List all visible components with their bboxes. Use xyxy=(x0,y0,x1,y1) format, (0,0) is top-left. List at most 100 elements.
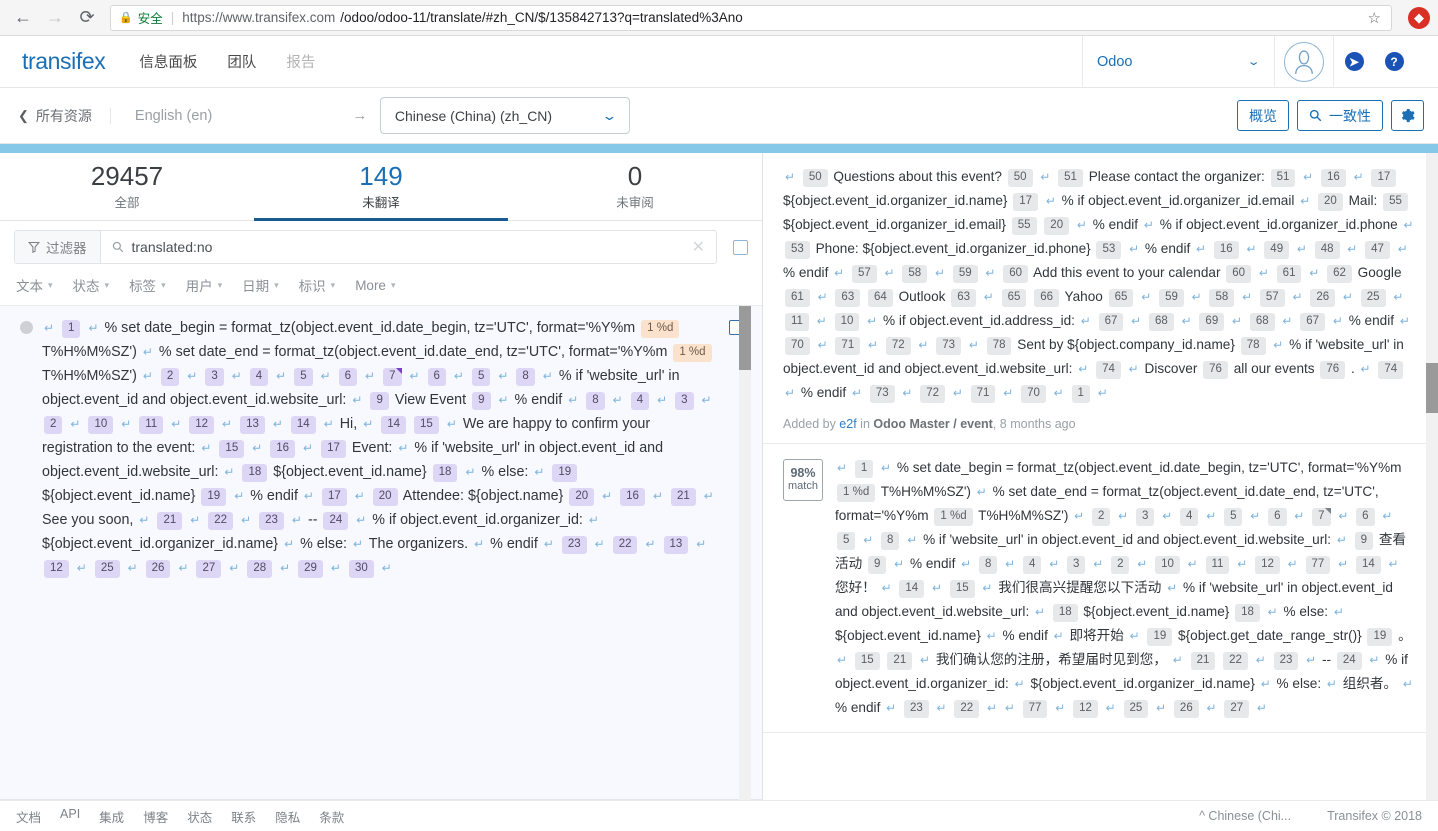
placeholder-tag[interactable]: 15 xyxy=(949,580,975,598)
placeholder-tag[interactable]: 25 xyxy=(1123,700,1149,718)
placeholder-tag[interactable]: 23 xyxy=(561,536,587,554)
placeholder-tag[interactable]: 2 xyxy=(1091,508,1111,526)
placeholder-tag[interactable]: 20 xyxy=(1044,217,1070,235)
placeholder-tag[interactable]: 23 xyxy=(1273,652,1299,670)
placeholder-tag[interactable]: 74 xyxy=(1096,361,1121,379)
clear-search-icon[interactable]: ✕ xyxy=(692,237,716,257)
placeholder-tag[interactable]: 21 xyxy=(1190,652,1216,670)
placeholder-tag[interactable]: 14 xyxy=(899,580,925,598)
placeholder-tag[interactable]: 3 xyxy=(1067,556,1086,574)
placeholder-tag[interactable]: 25 xyxy=(1360,289,1386,307)
placeholder-tag[interactable]: 13 xyxy=(240,416,265,434)
placeholder-tag[interactable]: 71 xyxy=(970,385,996,403)
footer-language-status[interactable]: ^ Chinese (Chi... xyxy=(1199,809,1291,823)
placeholder-tag[interactable]: 1 xyxy=(62,320,81,338)
placeholder-tag[interactable]: 1 xyxy=(854,460,874,478)
placeholder-tag[interactable]: 15 xyxy=(414,416,439,434)
placeholder-tag[interactable]: 57 xyxy=(851,265,877,283)
placeholder-tag[interactable]: 77 xyxy=(1022,700,1048,718)
overview-button[interactable]: 概览 xyxy=(1237,100,1289,131)
footer-link[interactable]: 博客 xyxy=(143,807,168,826)
placeholder-tag[interactable]: 6 xyxy=(427,368,446,386)
placeholder-tag[interactable]: 9 xyxy=(370,392,389,410)
placeholder-tag[interactable]: 9 xyxy=(867,556,887,574)
back-icon[interactable]: ← xyxy=(8,3,38,33)
placeholder-tag[interactable]: 6 xyxy=(1268,508,1287,526)
tab-untranslated[interactable]: 149 未翻译 xyxy=(254,153,508,221)
placeholder-tag[interactable]: 64 xyxy=(868,289,893,307)
extension-icon[interactable]: ◆ xyxy=(1408,6,1430,29)
placeholder-tag[interactable]: 9 xyxy=(472,392,491,410)
placeholder-tag[interactable]: 63 xyxy=(951,289,977,307)
placeholder-tag[interactable]: 18 xyxy=(1235,604,1260,622)
placeholder-tag[interactable]: 19 xyxy=(1147,628,1173,646)
placeholder-tag[interactable]: 55 xyxy=(1383,193,1408,211)
placeholder-tag[interactable]: 20 xyxy=(1318,193,1343,211)
placeholder-tag[interactable]: 13 xyxy=(663,536,689,554)
placeholder-tag[interactable]: 73 xyxy=(869,385,895,403)
placeholder-tag[interactable]: 26 xyxy=(1310,289,1336,307)
placeholder-tag[interactable]: 18 xyxy=(242,464,268,482)
placeholder-tag[interactable]: 16 xyxy=(620,488,645,506)
placeholder-tag[interactable]: 16 xyxy=(1321,169,1346,187)
compass-button[interactable]: ➤ xyxy=(1334,36,1374,87)
placeholder-tag[interactable]: 6 xyxy=(338,368,358,386)
string-row-selected[interactable]: ↵ 1 ↵ % set date_begin = format_tz(objec… xyxy=(0,306,762,800)
placeholder-tag[interactable]: 76 xyxy=(1320,361,1346,379)
placeholder-tag[interactable]: 20 xyxy=(372,488,398,506)
strings-scrollbar-thumb[interactable] xyxy=(739,306,751,370)
placeholder-tag[interactable]: 5 xyxy=(837,532,856,550)
placeholder-tag[interactable]: 57 xyxy=(1259,289,1285,307)
placeholder-tag[interactable]: 22 xyxy=(1223,652,1248,670)
placeholder-tag[interactable]: 74 xyxy=(1378,361,1404,379)
suggestion-item-tm[interactable]: 98% match ↵ 1 ↵ % set date_begin = forma… xyxy=(763,444,1438,733)
placeholder-tag[interactable]: 17 xyxy=(1013,193,1039,211)
footer-link[interactable]: 状态 xyxy=(187,807,212,826)
placeholder-tag[interactable]: 21 xyxy=(157,512,183,530)
placeholder-tag[interactable]: 78 xyxy=(986,337,1012,355)
placeholder-tag[interactable]: 59 xyxy=(952,265,978,283)
placeholder-tag[interactable]: 3 xyxy=(205,368,224,386)
footer-link[interactable]: 联系 xyxy=(231,807,256,826)
nav-item-dashboard[interactable]: 信息面板 xyxy=(139,51,197,72)
placeholder-tag[interactable]: 8 xyxy=(516,368,535,386)
placeholder-tag[interactable]: 7 xyxy=(383,368,402,386)
placeholder-tag[interactable]: 6 xyxy=(1356,508,1375,526)
placeholder-tag[interactable]: 25 xyxy=(94,560,120,578)
placeholder-tag[interactable]: 20 xyxy=(569,488,595,506)
filters-button[interactable]: 过滤器 xyxy=(15,231,101,263)
placeholder-tag[interactable]: 58 xyxy=(1209,289,1235,307)
placeholder-tag[interactable]: 11 xyxy=(139,416,164,434)
placeholder-tag[interactable]: 11 xyxy=(1205,556,1230,574)
placeholder-tag[interactable]: 66 xyxy=(1034,289,1060,307)
placeholder-tag[interactable]: 12 xyxy=(44,560,69,578)
reload-icon[interactable]: ⟳ xyxy=(72,3,102,33)
placeholder-tag[interactable]: 63 xyxy=(835,289,861,307)
filter-chip-status[interactable]: 状态 ▾ xyxy=(73,275,110,295)
tab-all[interactable]: 29457 全部 xyxy=(0,153,254,220)
organization-selector[interactable]: Odoo ⌄ xyxy=(1082,36,1274,87)
placeholder-tag[interactable]: 1 %d xyxy=(673,344,712,362)
footer-link[interactable]: 条款 xyxy=(319,807,344,826)
placeholder-tag[interactable]: 55 xyxy=(1011,217,1037,235)
placeholder-tag[interactable]: 70 xyxy=(785,337,810,355)
placeholder-tag[interactable]: 23 xyxy=(259,512,284,530)
placeholder-tag[interactable]: 2 xyxy=(44,416,63,434)
placeholder-tag[interactable]: 1 %d xyxy=(641,320,680,338)
placeholder-tag[interactable]: 1 %d xyxy=(934,508,973,526)
placeholder-tag[interactable]: 14 xyxy=(381,416,407,434)
placeholder-tag[interactable]: 2 xyxy=(160,368,180,386)
placeholder-tag[interactable]: 78 xyxy=(1240,337,1266,355)
placeholder-tag[interactable]: 10 xyxy=(88,416,114,434)
placeholder-tag[interactable]: 17 xyxy=(1371,169,1397,187)
placeholder-tag[interactable]: 53 xyxy=(1096,241,1122,259)
placeholder-tag[interactable]: 27 xyxy=(1224,700,1250,718)
placeholder-tag[interactable]: 14 xyxy=(290,416,316,434)
placeholder-tag[interactable]: 50 xyxy=(802,169,828,187)
placeholder-tag[interactable]: 17 xyxy=(321,440,346,458)
select-all-checkbox[interactable] xyxy=(733,239,748,255)
placeholder-tag[interactable]: 2 xyxy=(1111,556,1130,574)
placeholder-tag[interactable]: 51 xyxy=(1058,169,1083,187)
placeholder-tag[interactable]: 60 xyxy=(1226,265,1252,283)
transifex-logo[interactable]: transifex xyxy=(22,48,106,75)
